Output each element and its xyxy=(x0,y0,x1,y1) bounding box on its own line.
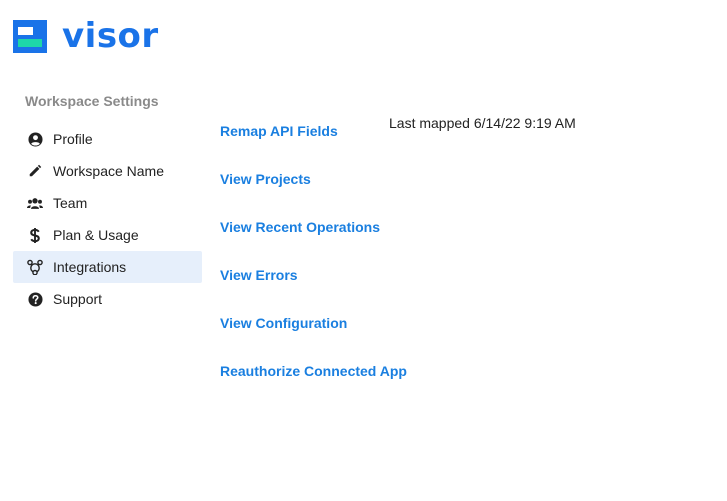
action-row: View Recent Operations xyxy=(220,203,407,251)
reauthorize-connected-app-link[interactable]: Reauthorize Connected App xyxy=(220,363,407,379)
sidebar-item-label: Support xyxy=(53,291,103,307)
sidebar-item-label: Integrations xyxy=(53,259,127,275)
question-circle-icon xyxy=(27,291,43,307)
sidebar-item-workspace-name[interactable]: Workspace Name xyxy=(13,155,202,187)
sidebar-item-integrations[interactable]: Integrations xyxy=(13,251,202,283)
users-icon xyxy=(27,195,43,211)
sidebar-item-label: Plan & Usage xyxy=(53,227,139,243)
view-configuration-link[interactable]: View Configuration xyxy=(220,315,347,331)
action-row: Reauthorize Connected App xyxy=(220,347,407,395)
sidebar-item-support[interactable]: Support xyxy=(13,283,202,315)
remap-api-fields-link[interactable]: Remap API Fields xyxy=(220,123,338,139)
integration-actions: Remap API Fields View Projects View Rece… xyxy=(220,107,407,395)
action-row: View Configuration xyxy=(220,299,407,347)
action-row: View Projects xyxy=(220,155,407,203)
sidebar-item-label: Workspace Name xyxy=(53,163,165,179)
action-row: Remap API Fields xyxy=(220,107,407,155)
sidebar-item-label: Profile xyxy=(53,131,93,147)
settings-sidebar: Profile Workspace Name Team Plan & Usage… xyxy=(13,123,202,315)
visor-logo-mark xyxy=(13,19,47,53)
action-row: View Errors xyxy=(220,251,407,299)
pencil-icon xyxy=(27,163,43,179)
brand-name: visor xyxy=(62,16,159,56)
visor-logo[interactable]: visor xyxy=(13,19,159,53)
view-projects-link[interactable]: View Projects xyxy=(220,171,311,187)
sidebar-item-plan-usage[interactable]: Plan & Usage xyxy=(13,219,202,251)
sidebar-item-profile[interactable]: Profile xyxy=(13,123,202,155)
integrations-icon xyxy=(27,259,43,275)
last-mapped-timestamp: Last mapped 6/14/22 9:19 AM xyxy=(389,115,576,131)
dollar-icon xyxy=(27,227,43,243)
user-circle-icon xyxy=(27,131,43,147)
view-errors-link[interactable]: View Errors xyxy=(220,267,298,283)
sidebar-item-label: Team xyxy=(53,195,88,211)
view-recent-operations-link[interactable]: View Recent Operations xyxy=(220,219,380,235)
sidebar-heading: Workspace Settings xyxy=(25,93,159,109)
sidebar-item-team[interactable]: Team xyxy=(13,187,202,219)
